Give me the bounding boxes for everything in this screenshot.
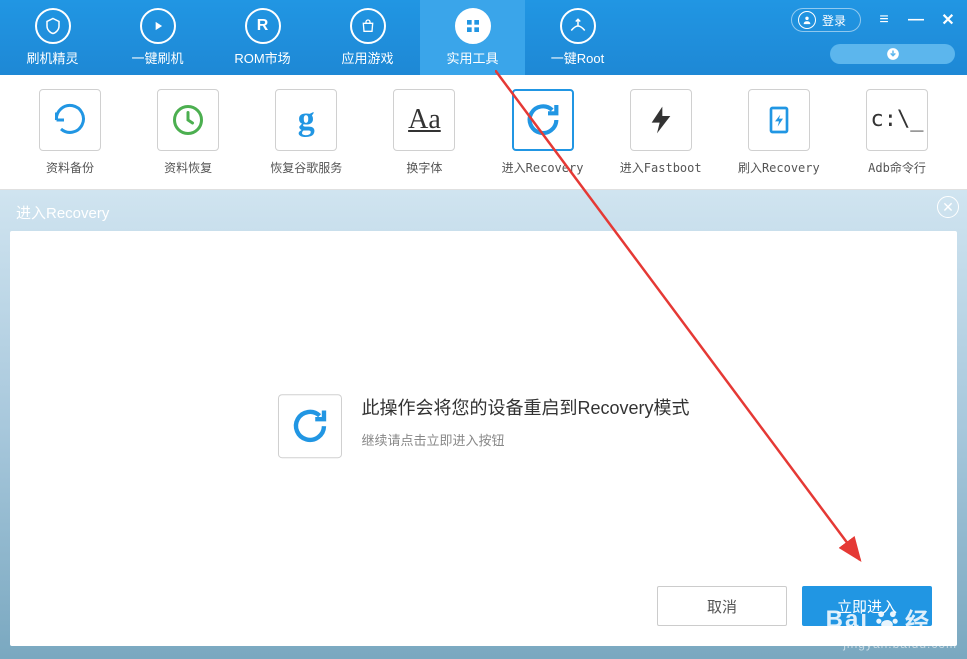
confirm-heading: 此操作会将您的设备重启到Recovery模式 bbox=[361, 394, 689, 420]
nav-label: 应用游戏 bbox=[341, 48, 393, 67]
confirm-message: 此操作会将您的设备重启到Recovery模式 继续请点击立即进入按钮 bbox=[277, 394, 689, 458]
minimize-icon[interactable]: — bbox=[907, 11, 925, 29]
menu-icon[interactable]: ≡ bbox=[875, 11, 893, 29]
nav-tab-apps-games[interactable]: 应用游戏 bbox=[315, 0, 420, 75]
panel-close-icon[interactable]: ✕ bbox=[937, 196, 959, 218]
play-icon bbox=[140, 8, 176, 44]
panel-title: 进入Recovery bbox=[10, 200, 957, 231]
top-navbar: 刷机精灵 一键刷机 R ROM市场 应用游戏 实用工具 一键Root bbox=[0, 0, 967, 75]
bag-icon bbox=[350, 8, 386, 44]
tool-label: 进入Recovery bbox=[502, 159, 584, 176]
adb-icon: c:\_ bbox=[866, 89, 928, 151]
root-icon bbox=[560, 8, 596, 44]
nav-tab-rom-market[interactable]: R ROM市场 bbox=[210, 0, 315, 75]
recovery-icon bbox=[277, 394, 341, 458]
tool-label: Adb命令行 bbox=[868, 159, 926, 176]
tool-label: 资料备份 bbox=[46, 159, 94, 176]
nav-tab-flash-wizard[interactable]: 刷机精灵 bbox=[0, 0, 105, 75]
tool-google-restore[interactable]: g 恢复谷歌服务 bbox=[256, 89, 356, 176]
flash-recovery-icon bbox=[748, 89, 810, 151]
tool-restore[interactable]: 资料恢复 bbox=[138, 89, 238, 176]
recovery-icon bbox=[512, 89, 574, 151]
nav-label: 一键Root bbox=[551, 48, 604, 67]
user-icon bbox=[798, 11, 816, 29]
restore-icon bbox=[157, 89, 219, 151]
shield-icon bbox=[35, 8, 71, 44]
font-icon: Aa bbox=[393, 89, 455, 151]
nav-label: 一键刷机 bbox=[131, 48, 183, 67]
grid-icon bbox=[455, 8, 491, 44]
confirm-subtext: 继续请点击立即进入按钮 bbox=[361, 430, 689, 449]
tool-change-font[interactable]: Aa 换字体 bbox=[374, 89, 474, 176]
tool-label: 进入Fastboot bbox=[620, 159, 702, 176]
rom-icon: R bbox=[245, 8, 281, 44]
nav-label: 实用工具 bbox=[446, 48, 498, 67]
confirm-button[interactable]: 立即进入 bbox=[802, 586, 932, 626]
tool-backup[interactable]: 资料备份 bbox=[20, 89, 120, 176]
tool-label: 恢复谷歌服务 bbox=[270, 159, 342, 176]
content-area: 进入Recovery ✕ 此操作会将您的设备重启到Recovery模式 继续请点… bbox=[0, 190, 967, 659]
cancel-button[interactable]: 取消 bbox=[657, 586, 787, 626]
nav-tab-one-key-flash[interactable]: 一键刷机 bbox=[105, 0, 210, 75]
dialog-panel: 此操作会将您的设备重启到Recovery模式 继续请点击立即进入按钮 取消 立即… bbox=[10, 231, 957, 646]
nav-label: ROM市场 bbox=[234, 48, 290, 67]
login-label: 登录 bbox=[822, 12, 846, 29]
nav-tab-one-key-root[interactable]: 一键Root bbox=[525, 0, 630, 75]
dialog-buttons: 取消 立即进入 bbox=[657, 586, 932, 626]
tools-toolbar: 资料备份 资料恢复 g 恢复谷歌服务 Aa 换字体 进入Recovery 进入F… bbox=[0, 75, 967, 190]
download-button[interactable] bbox=[830, 44, 955, 64]
nav-tab-utilities[interactable]: 实用工具 bbox=[420, 0, 525, 75]
google-icon: g bbox=[275, 89, 337, 151]
backup-icon bbox=[39, 89, 101, 151]
tool-label: 资料恢复 bbox=[164, 159, 212, 176]
fastboot-icon bbox=[630, 89, 692, 151]
close-icon[interactable]: ✕ bbox=[939, 10, 957, 30]
login-button[interactable]: 登录 bbox=[791, 8, 861, 32]
tool-label: 刷入Recovery bbox=[738, 159, 820, 176]
tool-enter-recovery[interactable]: 进入Recovery bbox=[493, 89, 593, 176]
tool-flash-recovery[interactable]: 刷入Recovery bbox=[729, 89, 829, 176]
tool-adb-cli[interactable]: c:\_ Adb命令行 bbox=[847, 89, 947, 176]
nav-label: 刷机精灵 bbox=[26, 48, 78, 67]
tool-enter-fastboot[interactable]: 进入Fastboot bbox=[611, 89, 711, 176]
header-right-controls: 登录 ≡ — ✕ bbox=[791, 8, 957, 32]
tool-label: 换字体 bbox=[406, 159, 442, 176]
